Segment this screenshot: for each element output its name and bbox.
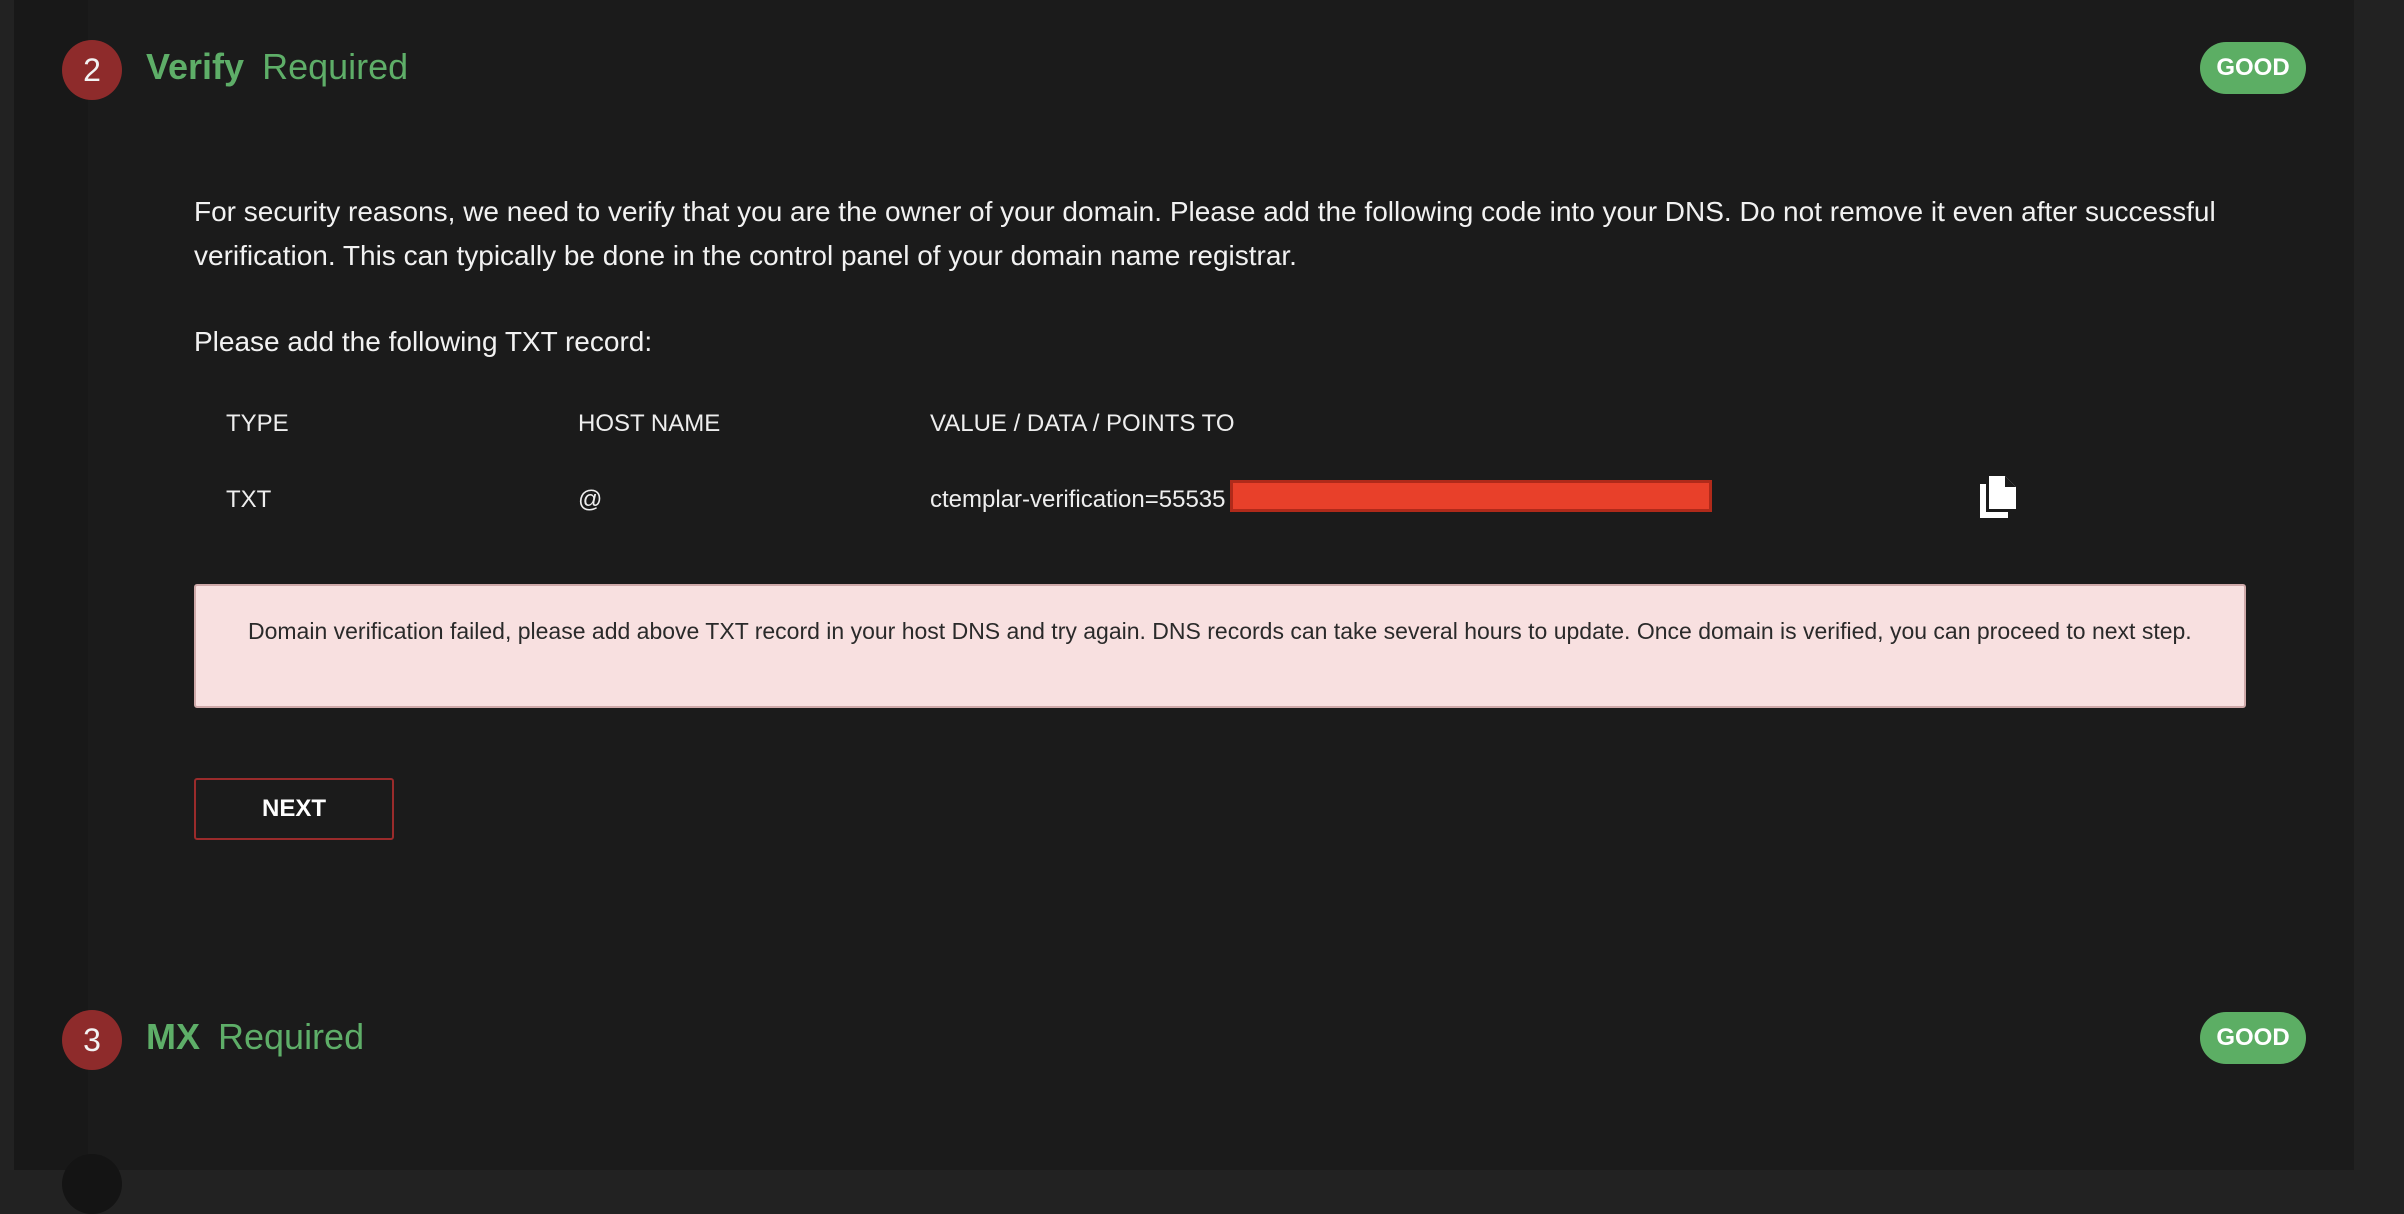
next-button[interactable]: NEXT	[194, 778, 394, 840]
step-number-verify: 2	[62, 40, 122, 100]
step-name: MX	[146, 1016, 200, 1057]
step-title-mx[interactable]: MX Required	[146, 1016, 364, 1058]
step-title-verify[interactable]: Verify Required	[146, 46, 408, 88]
step-number-mx: 3	[62, 1010, 122, 1070]
status-badge-mx: GOOD	[2200, 1012, 2306, 1064]
step-rail	[14, 0, 88, 1170]
step-status: Required	[262, 46, 409, 87]
header-host-name: HOST NAME	[578, 410, 721, 437]
copy-icon[interactable]	[1978, 474, 2018, 520]
redaction-box	[1230, 480, 1712, 512]
next-step-circle	[62, 1154, 122, 1214]
header-type: TYPE	[226, 410, 289, 437]
record-host: @	[578, 486, 603, 513]
step-status: Required	[218, 1016, 365, 1057]
txt-record-prompt: Please add the following TXT record:	[194, 326, 653, 357]
step-name: Verify	[146, 46, 245, 87]
record-type: TXT	[226, 486, 272, 513]
verification-error-alert: Domain verification failed, please add a…	[194, 584, 2246, 708]
status-badge-verify: GOOD	[2200, 42, 2306, 94]
header-value: VALUE / DATA / POINTS TO	[930, 410, 1235, 437]
record-value: ctemplar-verification=55535	[930, 486, 1226, 513]
verify-description: For security reasons, we need to verify …	[194, 196, 2216, 271]
